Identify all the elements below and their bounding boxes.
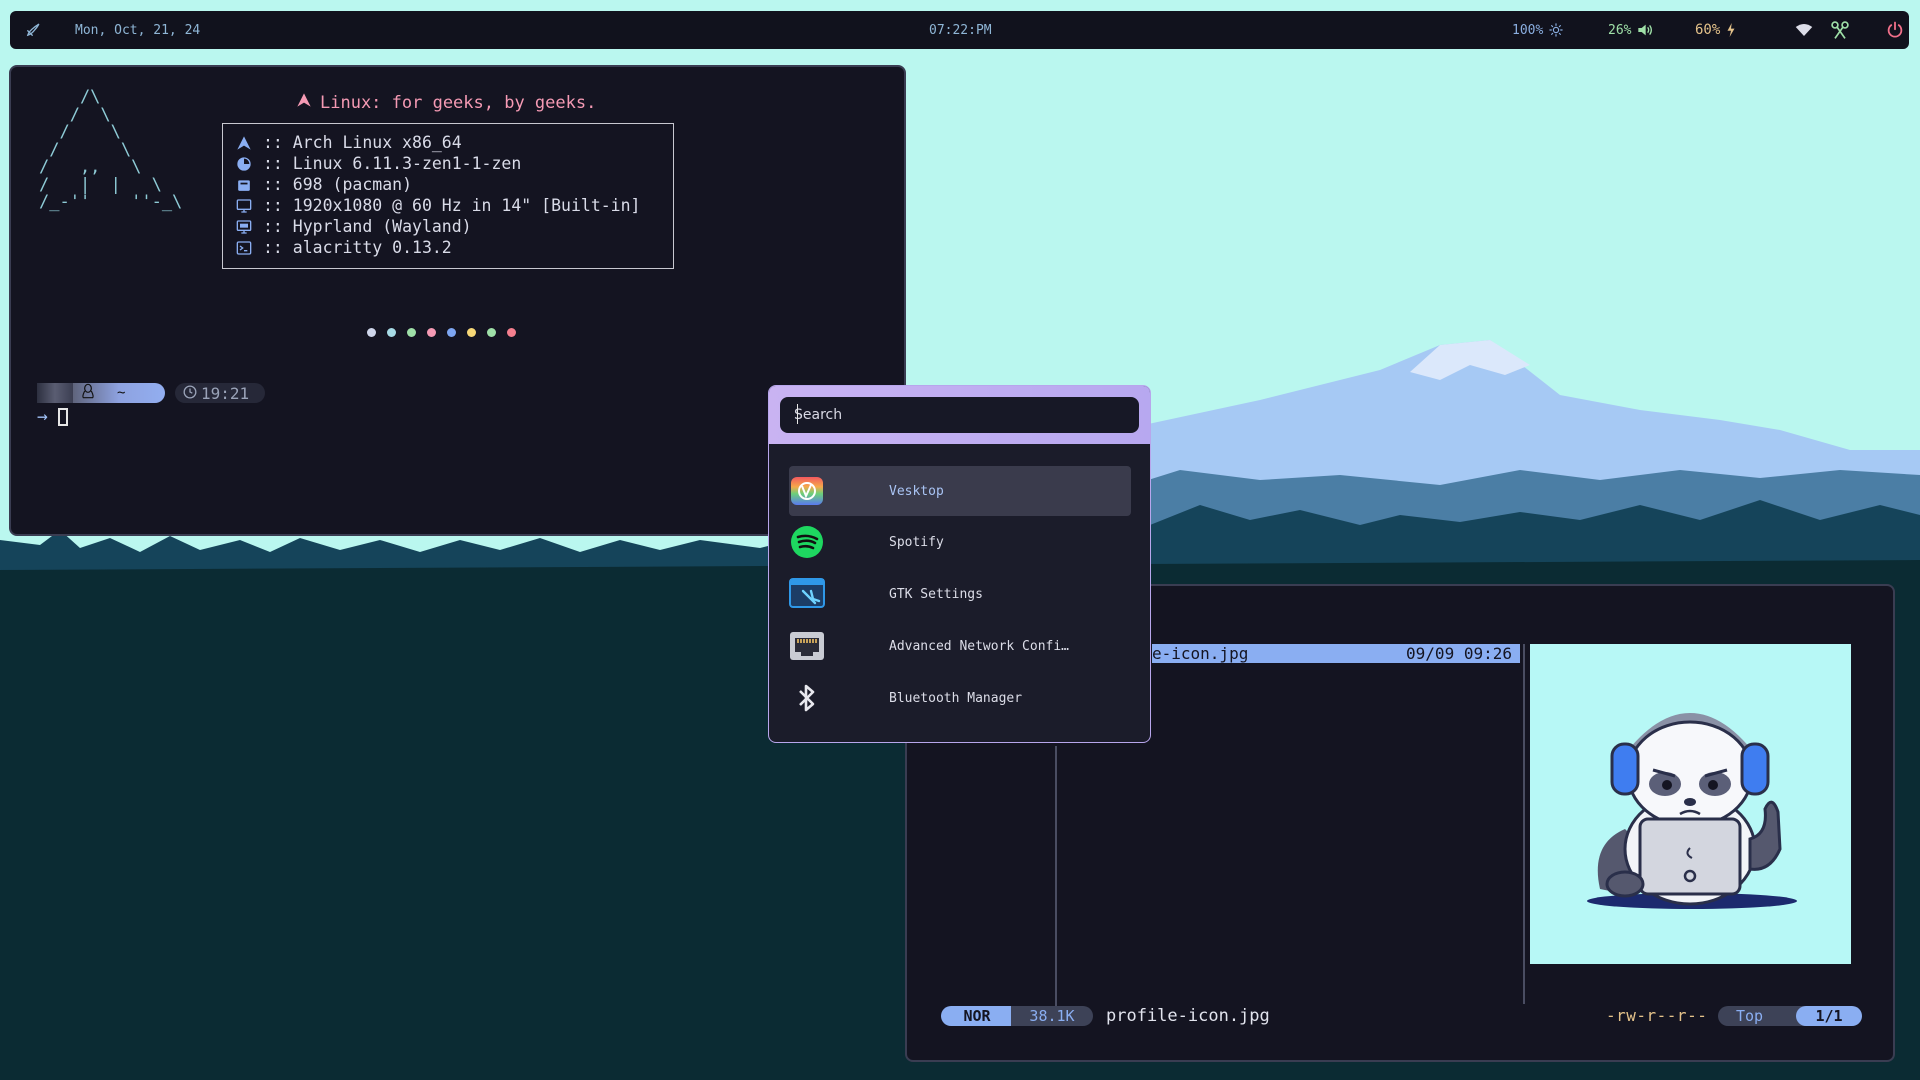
sun-icon (1549, 23, 1564, 37)
palette-dot (487, 328, 496, 337)
palette-dot (427, 328, 436, 337)
pane-divider (1523, 644, 1525, 1004)
text-caret (797, 404, 798, 424)
file-permissions: -rw-r--r-- (1606, 1005, 1707, 1027)
status-bar: NOR 38.1K profile-icon.jpg -rw-r--r-- To… (941, 1005, 1862, 1027)
date-label: Mon, Oct, 21, 24 (75, 22, 201, 38)
launcher-item-label: GTK Settings (889, 586, 983, 602)
launcher-item-vesktop[interactable]: Vesktop (789, 466, 1131, 516)
bolt-icon (1726, 23, 1736, 37)
info-display: :: 1920x1080 @ 60 Hz in 14" [Built-in] (235, 195, 641, 216)
palette-dot (507, 328, 516, 337)
file-size: 38.1K (1011, 1006, 1093, 1026)
prompt-time-segment: 19:21 (175, 383, 265, 403)
package-icon (235, 176, 253, 194)
arch-ascii-logo: /\ / \ / \ / \ / ,, \ / | | \ /_-'' ''-_… (39, 87, 183, 212)
clock-label: 07:22:PM (929, 22, 992, 38)
shell-prompt: ~ 19:21 (37, 383, 265, 403)
launcher-item-label: Advanced Network Confi… (889, 638, 1070, 654)
battery-indicator[interactable]: 60% (1695, 11, 1736, 49)
spotify-icon (789, 524, 825, 560)
launcher-item-gtk-settings[interactable]: GTK Settings (789, 569, 1131, 619)
info-packages: :: 698 (pacman) (235, 174, 412, 195)
selected-file-date: 09/09 09:26 (1406, 644, 1512, 663)
tagline: Linux: for geeks, by geeks. (296, 92, 596, 113)
volume-indicator[interactable]: 26% (1608, 11, 1653, 49)
info-terminal: :: alacritty 0.13.2 (235, 237, 452, 258)
info-packages-text: :: 698 (pacman) (263, 175, 413, 194)
launcher-button[interactable] (24, 11, 42, 49)
info-wm-text: :: Hyprland (Wayland) (263, 217, 472, 236)
launcher-item-bluetooth[interactable]: Bluetooth Manager (789, 673, 1131, 723)
panda-illustration (1587, 713, 1797, 909)
tagline-text: Linux: for geeks, by geeks. (320, 92, 597, 113)
bluetooth-icon (789, 680, 825, 716)
pane-divider (1055, 746, 1057, 1008)
battery-value: 60% (1695, 22, 1721, 38)
launcher-item-spotify[interactable]: Spotify (789, 517, 1131, 567)
info-display-text: :: 1920x1080 @ 60 Hz in 14" [Built-in] (263, 196, 641, 215)
info-wm: :: Hyprland (Wayland) (235, 216, 472, 237)
wifi-icon (1795, 23, 1813, 37)
palette-dot (447, 328, 456, 337)
top-bar: Mon, Oct, 21, 24 07:22:PM 100% 26% 60% (10, 11, 1909, 49)
arch-logo-icon (235, 134, 253, 152)
scroll-position-label: Top (1718, 1006, 1808, 1026)
prompt-arrow: → (37, 406, 48, 427)
speaker-icon (1637, 23, 1653, 37)
info-os-text: :: Arch Linux x86_64 (263, 133, 462, 152)
color-palette (367, 328, 516, 337)
volume-value: 26% (1608, 22, 1632, 38)
rocket-icon (24, 21, 42, 39)
search-input[interactable] (780, 397, 1139, 433)
palette-dot (367, 328, 376, 337)
palette-dot (407, 328, 416, 337)
terminal-icon (235, 239, 253, 257)
info-os: :: Arch Linux x86_64 (235, 132, 462, 153)
selected-file-row[interactable]: e-icon.jpg 09/09 09:26 (1152, 644, 1520, 663)
info-kernel: :: Linux 6.11.3-zen1-1-zen (235, 153, 521, 174)
prompt-gradient (37, 383, 73, 403)
brightness-value: 100% (1512, 22, 1544, 38)
brightness-indicator[interactable]: 100% (1512, 11, 1564, 49)
app-launcher: Vesktop Spotify GTK Settings Advanced Ne… (768, 385, 1151, 743)
palette-dot (467, 328, 476, 337)
launcher-item-label: Vesktop (889, 483, 944, 499)
permissions-text: -rw-r--r-- (1606, 1006, 1708, 1025)
file-position: 1/1 (1796, 1006, 1862, 1026)
text-cursor (57, 407, 68, 426)
gtk-settings-icon (789, 576, 825, 612)
prompt-time: 19:21 (201, 383, 250, 403)
info-kernel-text: :: Linux 6.11.3-zen1-1-zen (263, 154, 522, 173)
selected-file-name: e-icon.jpg (1152, 644, 1249, 663)
image-preview (1530, 644, 1851, 964)
power-icon (1886, 21, 1904, 39)
launcher-item-network[interactable]: Advanced Network Confi… (789, 621, 1131, 671)
scissors-icon (1830, 20, 1850, 40)
system-info-box: :: Arch Linux x86_64 :: Linux 6.11.3-zen… (222, 123, 674, 269)
arch-logo-icon (296, 92, 312, 113)
network-icon (789, 628, 825, 664)
launcher-item-label: Spotify (889, 534, 944, 550)
prompt-dir: ~ (117, 385, 126, 401)
mode-badge: NOR (941, 1006, 1013, 1026)
current-filename: profile-icon.jpg (1106, 1006, 1270, 1026)
tux-icon (81, 383, 95, 403)
wifi-indicator[interactable] (1795, 11, 1813, 49)
palette-dot (387, 328, 396, 337)
prompt-user-segment: ~ (73, 383, 165, 403)
kernel-icon (235, 155, 253, 173)
desktop-icon (235, 218, 253, 236)
utility-button[interactable] (1830, 11, 1850, 49)
monitor-icon (235, 197, 253, 215)
launcher-item-label: Bluetooth Manager (889, 690, 1023, 706)
vesktop-icon (789, 473, 825, 509)
info-terminal-text: :: alacritty 0.13.2 (263, 238, 452, 257)
command-line[interactable]: → (37, 406, 68, 427)
power-button[interactable] (1886, 11, 1904, 49)
clock-icon (183, 384, 197, 403)
